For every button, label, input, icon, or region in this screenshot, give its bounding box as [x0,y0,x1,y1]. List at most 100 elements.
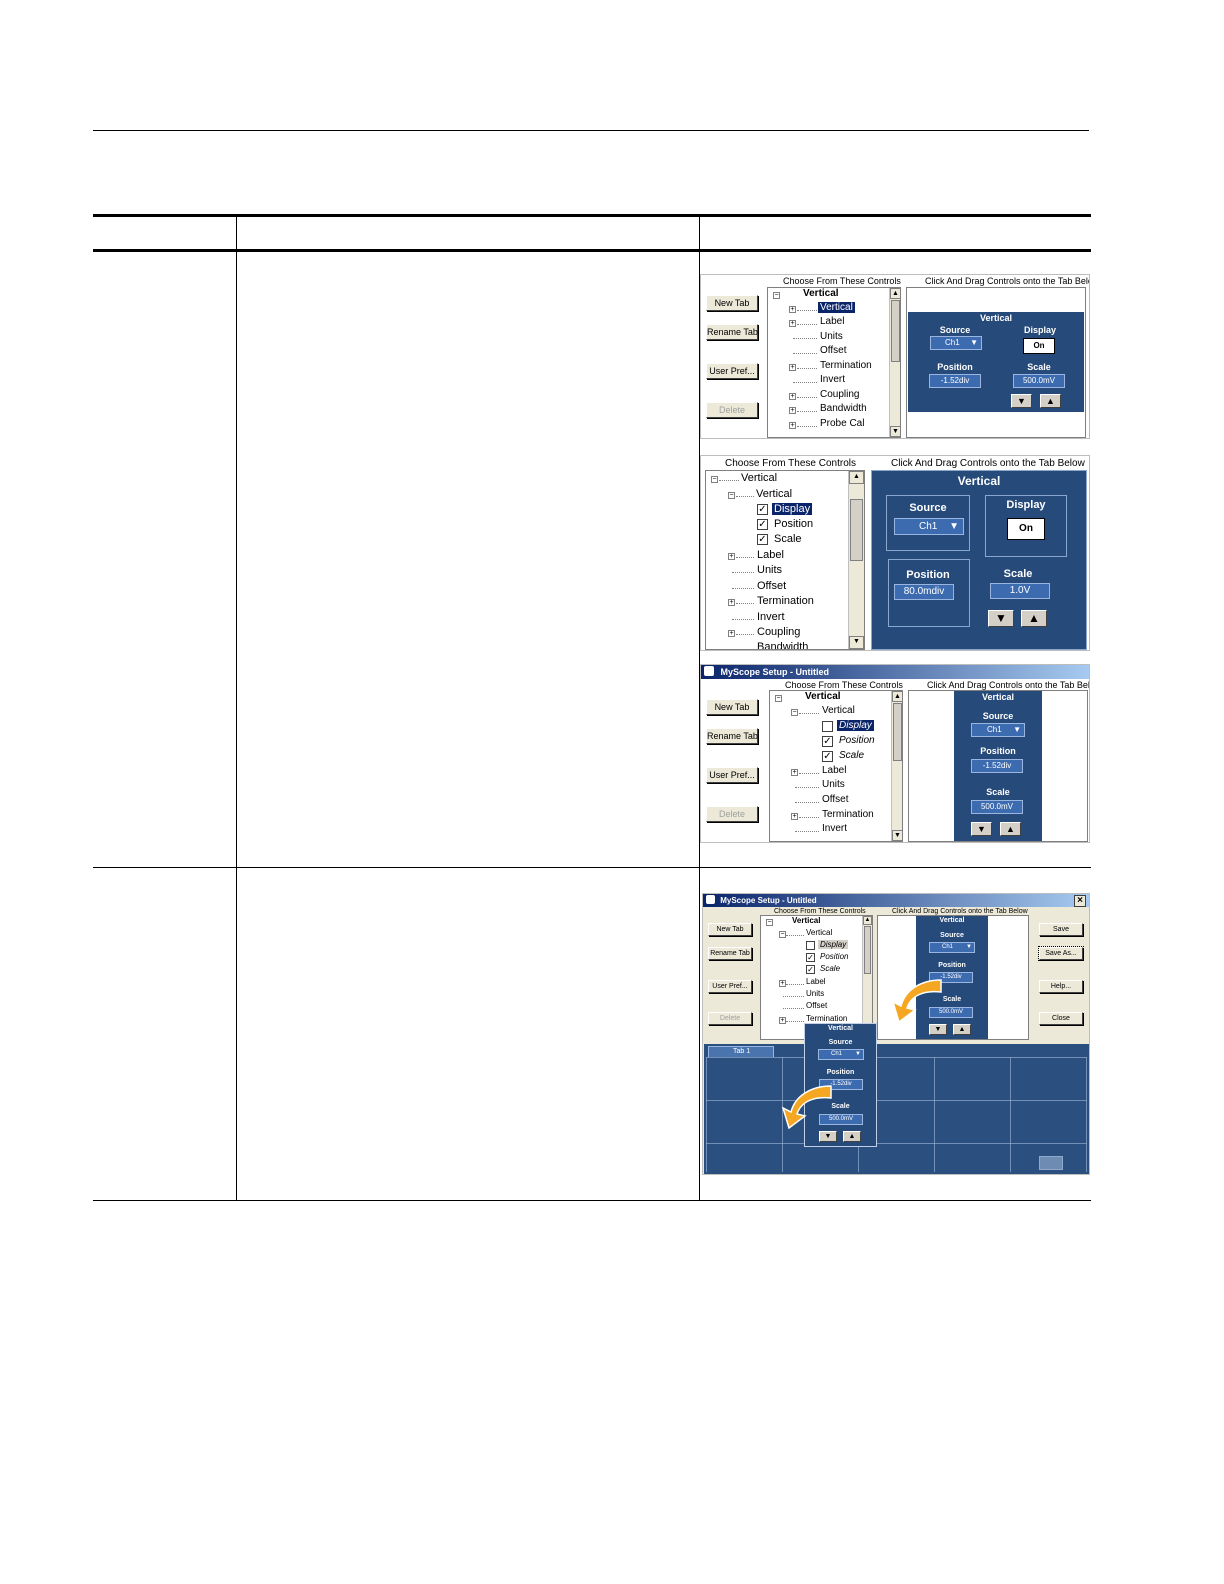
expand-icon[interactable]: + [789,407,796,414]
scale-down-button[interactable]: ▼ [971,822,992,836]
delete-button[interactable]: Delete [706,806,758,822]
scroll-down-arrow[interactable]: ▼ [892,830,902,841]
tab-1[interactable]: Tab 1 [708,1046,774,1057]
controls-tree[interactable]: − Vertical + Vertical + Label Units Offs… [767,287,901,438]
position-readout[interactable]: -1.52div [971,759,1023,773]
tree-node-units[interactable]: Units [820,331,843,342]
tree-node-termination[interactable]: Termination [820,360,872,371]
tree-node-scale[interactable]: Scale [820,964,840,973]
tree-scrollbar[interactable]: ▲ ▼ [889,288,900,437]
tree-node-invert[interactable]: Invert [757,611,785,623]
expand-icon[interactable]: + [728,599,735,606]
expand-icon[interactable]: + [728,630,735,637]
tree-node-vertical-root[interactable]: Vertical [741,472,777,484]
delete-button[interactable]: Delete [708,1012,752,1025]
user-pref-button[interactable]: User Pref... [708,980,752,993]
tree-node-display[interactable]: Display [772,503,813,515]
tree-node-offset[interactable]: Offset [757,580,786,592]
source-dropdown[interactable]: Ch1 ▼ [971,723,1025,737]
tree-node-vertical-root[interactable]: Vertical [803,288,839,299]
tree-node-vertical[interactable]: Vertical [756,488,792,500]
tree-node-label[interactable]: Label [757,549,784,561]
tree-node-termination[interactable]: Termination [822,809,874,820]
scale-readout[interactable]: 500.0mV [1013,374,1065,388]
collapse-icon[interactable]: − [711,476,718,483]
save-as-button[interactable]: Save As... [1038,946,1084,961]
scale-down-button[interactable]: ▼ [1011,394,1032,408]
tree-node-invert[interactable]: Invert [820,374,845,385]
collapse-icon[interactable]: − [766,919,773,926]
tree-node-scale[interactable]: Scale [839,750,864,761]
tab-drop-area[interactable]: Vertical Source Ch1 ▼ Display On Positio… [906,287,1086,438]
expand-icon[interactable]: + [791,769,798,776]
close-icon[interactable]: × [1074,895,1086,907]
scroll-thumb[interactable] [891,300,900,362]
display-toggle[interactable]: On [1023,338,1055,354]
scale-up-button[interactable]: ▲ [1040,394,1061,408]
user-pref-button[interactable]: User Pref... [706,767,758,783]
tree-node-label[interactable]: Label [806,977,826,986]
scale-up-button[interactable]: ▲ [843,1131,861,1142]
controls-tree[interactable]: − Vertical − Vertical ✓ Display ✓ Positi… [705,470,865,650]
tree-node-bandwidth[interactable]: Bandwidth [757,641,808,649]
rename-tab-button[interactable]: Rename Tab [706,324,758,340]
source-dropdown[interactable]: Ch1 ▼ [930,336,982,350]
tree-scrollbar[interactable]: ▲ ▼ [891,691,902,841]
scroll-thumb[interactable] [850,499,863,561]
tree-node-units[interactable]: Units [822,779,845,790]
display-toggle[interactable]: On [1007,518,1045,540]
user-pref-button[interactable]: User Pref... [706,363,758,379]
tree-node-probe-cal[interactable]: Probe Cal [820,418,864,429]
vertical-control-panel[interactable]: Vertical Source Ch1 ▼ Position -1.52div … [954,691,1042,841]
position-checkbox[interactable]: ✓ [757,519,768,530]
vertical-control-panel[interactable]: Vertical Source Ch1 ▼ Display On Positio… [871,470,1087,650]
tree-node-display[interactable]: Display [837,720,874,731]
tree-node-coupling[interactable]: Coupling [820,389,859,400]
scale-up-button[interactable]: ▲ [1021,610,1047,627]
tree-node-invert[interactable]: Invert [822,823,847,834]
delete-button[interactable]: Delete [706,402,758,418]
tree-node-vertical[interactable]: Vertical [822,705,855,716]
new-tab-button[interactable]: New Tab [706,295,758,311]
expand-icon[interactable]: + [789,306,796,313]
display-checkbox[interactable]: ✓ [757,504,768,515]
disabled-button[interactable] [1039,1156,1063,1170]
tree-node-label[interactable]: Label [820,316,844,327]
tree-node-offset[interactable]: Offset [822,794,849,805]
tree-node-offset[interactable]: Offset [806,1001,827,1010]
scroll-up-arrow[interactable]: ▲ [890,288,900,299]
tree-node-coupling[interactable]: Coupling [757,626,800,638]
scale-readout[interactable]: 500.0mV [971,800,1023,814]
position-readout[interactable]: -1.52div [929,374,981,388]
save-button[interactable]: Save [1039,923,1083,936]
scroll-up-arrow[interactable]: ▲ [892,691,902,702]
tree-node-vertical[interactable]: Vertical [818,302,855,313]
collapse-icon[interactable]: − [773,292,780,299]
help-button[interactable]: Help... [1039,980,1083,993]
scale-checkbox[interactable]: ✓ [822,751,833,762]
rename-tab-button[interactable]: Rename Tab [706,728,758,744]
tree-node-label[interactable]: Label [822,765,846,776]
vertical-control-panel[interactable]: Vertical Source Ch1 ▼ Display On Positio… [908,312,1084,412]
expand-icon[interactable]: + [789,364,796,371]
tree-node-termination[interactable]: Termination [757,595,814,607]
expand-icon[interactable]: + [791,813,798,820]
new-tab-button[interactable]: New Tab [706,699,758,715]
tab-drop-area[interactable]: Vertical Source Ch1 ▼ Position -1.52div … [908,690,1088,842]
tree-node-position[interactable]: Position [839,735,875,746]
source-dropdown[interactable]: Ch1 ▼ [818,1049,864,1060]
tree-node-position[interactable]: Position [820,952,848,961]
scale-readout[interactable]: 1.0V [990,583,1050,599]
position-checkbox[interactable]: ✓ [806,953,815,962]
tree-node-offset[interactable]: Offset [820,345,847,356]
position-readout[interactable]: 80.0mdiv [894,584,954,600]
tree-node-vertical[interactable]: Vertical [806,928,832,937]
scroll-up-arrow[interactable]: ▲ [863,916,872,925]
tree-node-units[interactable]: Units [757,564,782,576]
scroll-thumb[interactable] [864,926,871,974]
tree-node-units[interactable]: Units [806,989,824,998]
scale-down-button[interactable]: ▼ [988,610,1014,627]
collapse-icon[interactable]: − [775,695,782,702]
tree-node-bandwidth[interactable]: Bandwidth [820,403,867,414]
tree-node-position[interactable]: Position [774,518,813,530]
